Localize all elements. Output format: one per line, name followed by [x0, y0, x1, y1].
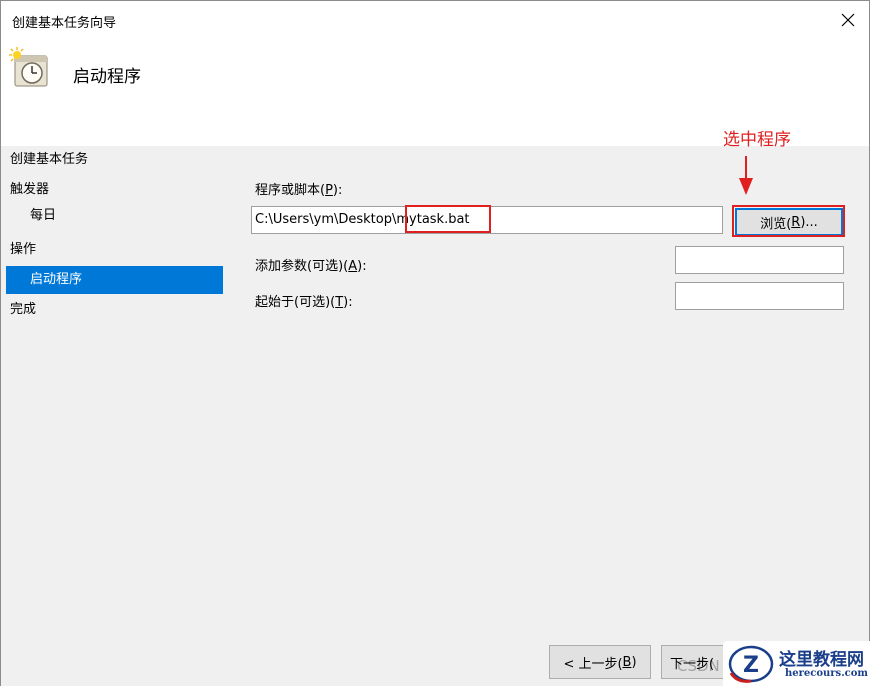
close-icon [841, 13, 855, 27]
title-bar: 创建基本任务向导 [1, 1, 869, 39]
wizard-window: 创建基本任务向导 启动程序 创建基本任务 触发器 每日 操作 启动程序 完成 程… [0, 0, 870, 686]
csdn-watermark: CSDN [677, 657, 720, 675]
nav-step-daily-label: 每日 [30, 208, 57, 223]
nav-step-finish[interactable]: 完成 [10, 298, 36, 317]
site-logo-icon: Z [728, 645, 774, 683]
args-label: 添加参数(可选)(A): [255, 259, 367, 274]
svg-text:Z: Z [743, 653, 759, 678]
page-title: 启动程序 [73, 67, 141, 87]
nav-step-trigger[interactable]: 触发器 [10, 178, 49, 197]
site-name: 这里教程网 [779, 650, 864, 670]
args-input[interactable] [675, 246, 844, 274]
program-file-text: mytask.bat [396, 212, 470, 227]
close-button[interactable] [835, 7, 861, 33]
wizard-content: 创建基本任务 触发器 每日 操作 启动程序 完成 程序或脚本(P): C:\Us… [1, 146, 869, 686]
nav-step-action[interactable]: 操作 [10, 238, 36, 257]
task-clock-icon [9, 47, 48, 87]
program-label: 程序或脚本(P): [255, 183, 343, 198]
nav-step-start-program[interactable]: 启动程序 [6, 266, 223, 294]
back-button[interactable]: < 上一步(B) [549, 645, 651, 679]
annotation-arrow-icon [739, 156, 753, 195]
nav-step-start-program-label: 启动程序 [30, 272, 83, 287]
site-url: herecours.com [785, 668, 869, 679]
program-input[interactable]: C:\Users\ym\Desktop\mytask.bat [251, 206, 723, 234]
site-watermark: Z 这里教程网 herecours.com [723, 641, 870, 686]
nav-step-daily[interactable]: 每日 [6, 202, 223, 230]
annotation-text: 选中程序 [723, 130, 791, 150]
start-in-input[interactable] [675, 282, 844, 310]
program-path-text: C:\Users\ym\Desktop\ [255, 212, 397, 227]
window-title: 创建基本任务向导 [12, 16, 117, 31]
browse-button[interactable]: 浏览(R)... [735, 208, 843, 236]
nav-heading: 创建基本任务 [10, 152, 89, 167]
start-in-label: 起始于(可选)(T): [255, 295, 353, 310]
